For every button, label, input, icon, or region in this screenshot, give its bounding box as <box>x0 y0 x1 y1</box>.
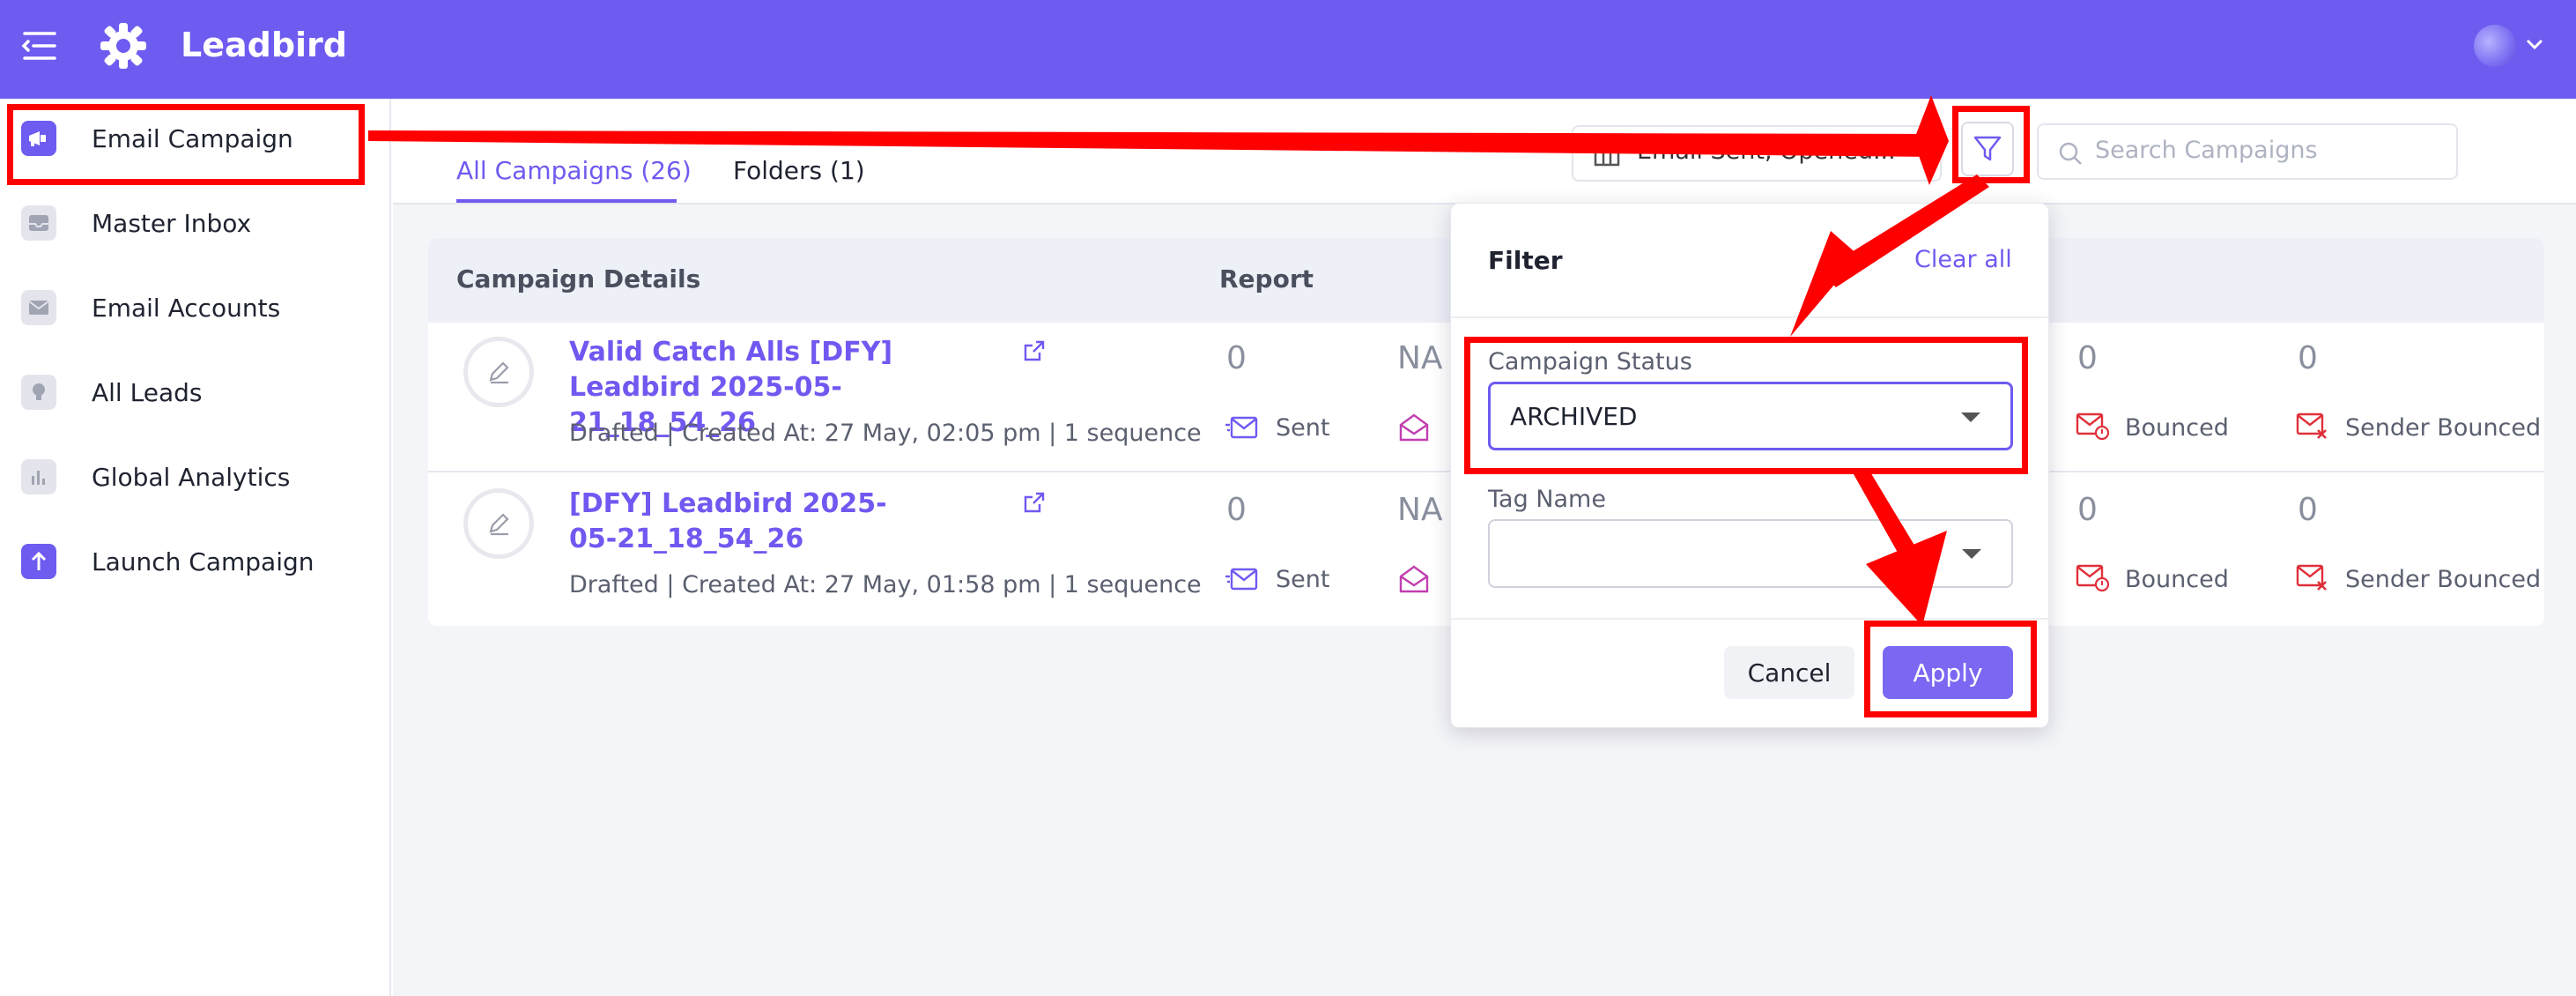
bounced-label: Bounced <box>2125 414 2229 442</box>
sidebar-item-label: Launch Campaign <box>92 546 315 576</box>
opened-count: NA <box>1397 492 1443 528</box>
filter-button[interactable] <box>1961 122 2014 176</box>
brand-name: Leadbird <box>181 26 347 64</box>
tag-name-select[interactable] <box>1488 519 2013 588</box>
columns-icon <box>1594 144 1620 167</box>
bounced-mail-icon <box>2076 413 2109 441</box>
sent-label: Sent <box>1276 566 1330 593</box>
campaign-status-select[interactable]: ARCHIVED <box>1488 382 2013 450</box>
filter-title: Filter <box>1488 246 1563 275</box>
sender-bounced-count: 0 <box>2298 492 2318 528</box>
chevron-down-icon[interactable] <box>2525 35 2544 53</box>
tab-folders[interactable]: Folders (1) <box>733 155 865 187</box>
header-report: Report <box>1219 264 1314 294</box>
sidebar-item-email-accounts[interactable]: Email Accounts <box>0 268 391 347</box>
user-avatar[interactable] <box>2474 25 2516 67</box>
clear-all-link[interactable]: Clear all <box>1914 246 2012 273</box>
filter-panel: Filter Clear all Campaign Status ARCHIVE… <box>1450 203 2049 728</box>
opened-mail-icon <box>1399 413 1429 442</box>
sidebar-item-label: Email Campaign <box>92 123 293 153</box>
active-tab-indicator <box>456 199 677 203</box>
envelope-icon <box>21 290 56 325</box>
chevron-down-icon <box>1962 549 1981 559</box>
menu-collapse-icon[interactable] <box>19 30 58 62</box>
columns-selector[interactable]: Email Sent, Opened... <box>1572 125 1942 182</box>
tag-name-label: Tag Name <box>1488 486 1606 513</box>
edit-icon[interactable] <box>463 337 534 407</box>
leadbird-logo-icon <box>100 23 146 69</box>
sidebar: Email Campaign Master Inbox Email Accoun… <box>0 99 391 996</box>
external-link-icon[interactable] <box>1022 490 1047 515</box>
filter-icon <box>1973 136 2002 161</box>
sidebar-item-all-leads[interactable]: All Leads <box>0 353 391 432</box>
megaphone-icon <box>21 121 56 156</box>
sent-mail-icon <box>1225 416 1258 439</box>
campaign-status-value: ARCHIVED <box>1510 402 1638 431</box>
sidebar-item-label: Global Analytics <box>92 462 291 492</box>
bar-chart-icon <box>21 459 56 494</box>
campaign-meta: Drafted | Created At: 27 May, 01:58 pm |… <box>569 571 1202 598</box>
bulb-icon <box>21 375 56 410</box>
bounced-count: 0 <box>2077 340 2098 376</box>
campaign-name-link[interactable]: [DFY] Leadbird 2025-05-21_18_54_26 <box>569 487 930 557</box>
sidebar-item-email-campaign[interactable]: Email Campaign <box>0 99 391 178</box>
header-campaign-details: Campaign Details <box>456 264 701 294</box>
sidebar-item-label: Email Accounts <box>92 293 281 323</box>
campaign-meta: Drafted | Created At: 27 May, 02:05 pm |… <box>569 420 1202 447</box>
sender-bounced-icon <box>2296 564 2327 591</box>
sidebar-item-global-analytics[interactable]: Global Analytics <box>0 437 391 517</box>
sent-count: 0 <box>1226 340 1247 376</box>
tab-all-campaigns[interactable]: All Campaigns (26) <box>456 155 692 187</box>
bounced-label: Bounced <box>2125 566 2229 593</box>
divider <box>1451 316 2048 318</box>
bounced-count: 0 <box>2077 492 2098 528</box>
top-bar <box>0 0 2576 99</box>
opened-count: NA <box>1397 340 1443 376</box>
opened-mail-icon <box>1399 565 1429 593</box>
campaign-status-label: Campaign Status <box>1488 348 1692 375</box>
sender-bounced-count: 0 <box>2298 340 2318 376</box>
sender-bounced-label: Sender Bounced <box>2345 566 2542 593</box>
columns-selector-value: Email Sent, Opened... <box>1637 138 1896 165</box>
bounced-mail-icon <box>2076 564 2109 592</box>
sidebar-item-launch-campaign[interactable]: Launch Campaign <box>0 522 391 601</box>
apply-button[interactable]: Apply <box>1883 646 2013 699</box>
sender-bounced-icon <box>2296 413 2327 439</box>
search-icon <box>2059 142 2082 165</box>
chevron-down-icon <box>1961 413 1980 422</box>
sidebar-item-label: Master Inbox <box>92 208 252 238</box>
sent-count: 0 <box>1226 492 1247 528</box>
search-input[interactable]: Search Campaigns <box>2037 123 2458 180</box>
sent-label: Sent <box>1276 414 1330 442</box>
search-placeholder: Search Campaigns <box>2095 137 2318 164</box>
edit-icon[interactable] <box>463 488 534 559</box>
inbox-icon <box>21 205 56 241</box>
arrow-up-icon <box>21 544 56 579</box>
divider <box>1451 618 2048 620</box>
sidebar-item-master-inbox[interactable]: Master Inbox <box>0 183 391 263</box>
external-link-icon[interactable] <box>1022 338 1047 363</box>
sent-mail-icon <box>1225 568 1258 591</box>
sender-bounced-label: Sender Bounced <box>2345 414 2542 442</box>
sidebar-item-label: All Leads <box>92 377 203 407</box>
cancel-button[interactable]: Cancel <box>1724 646 1854 699</box>
